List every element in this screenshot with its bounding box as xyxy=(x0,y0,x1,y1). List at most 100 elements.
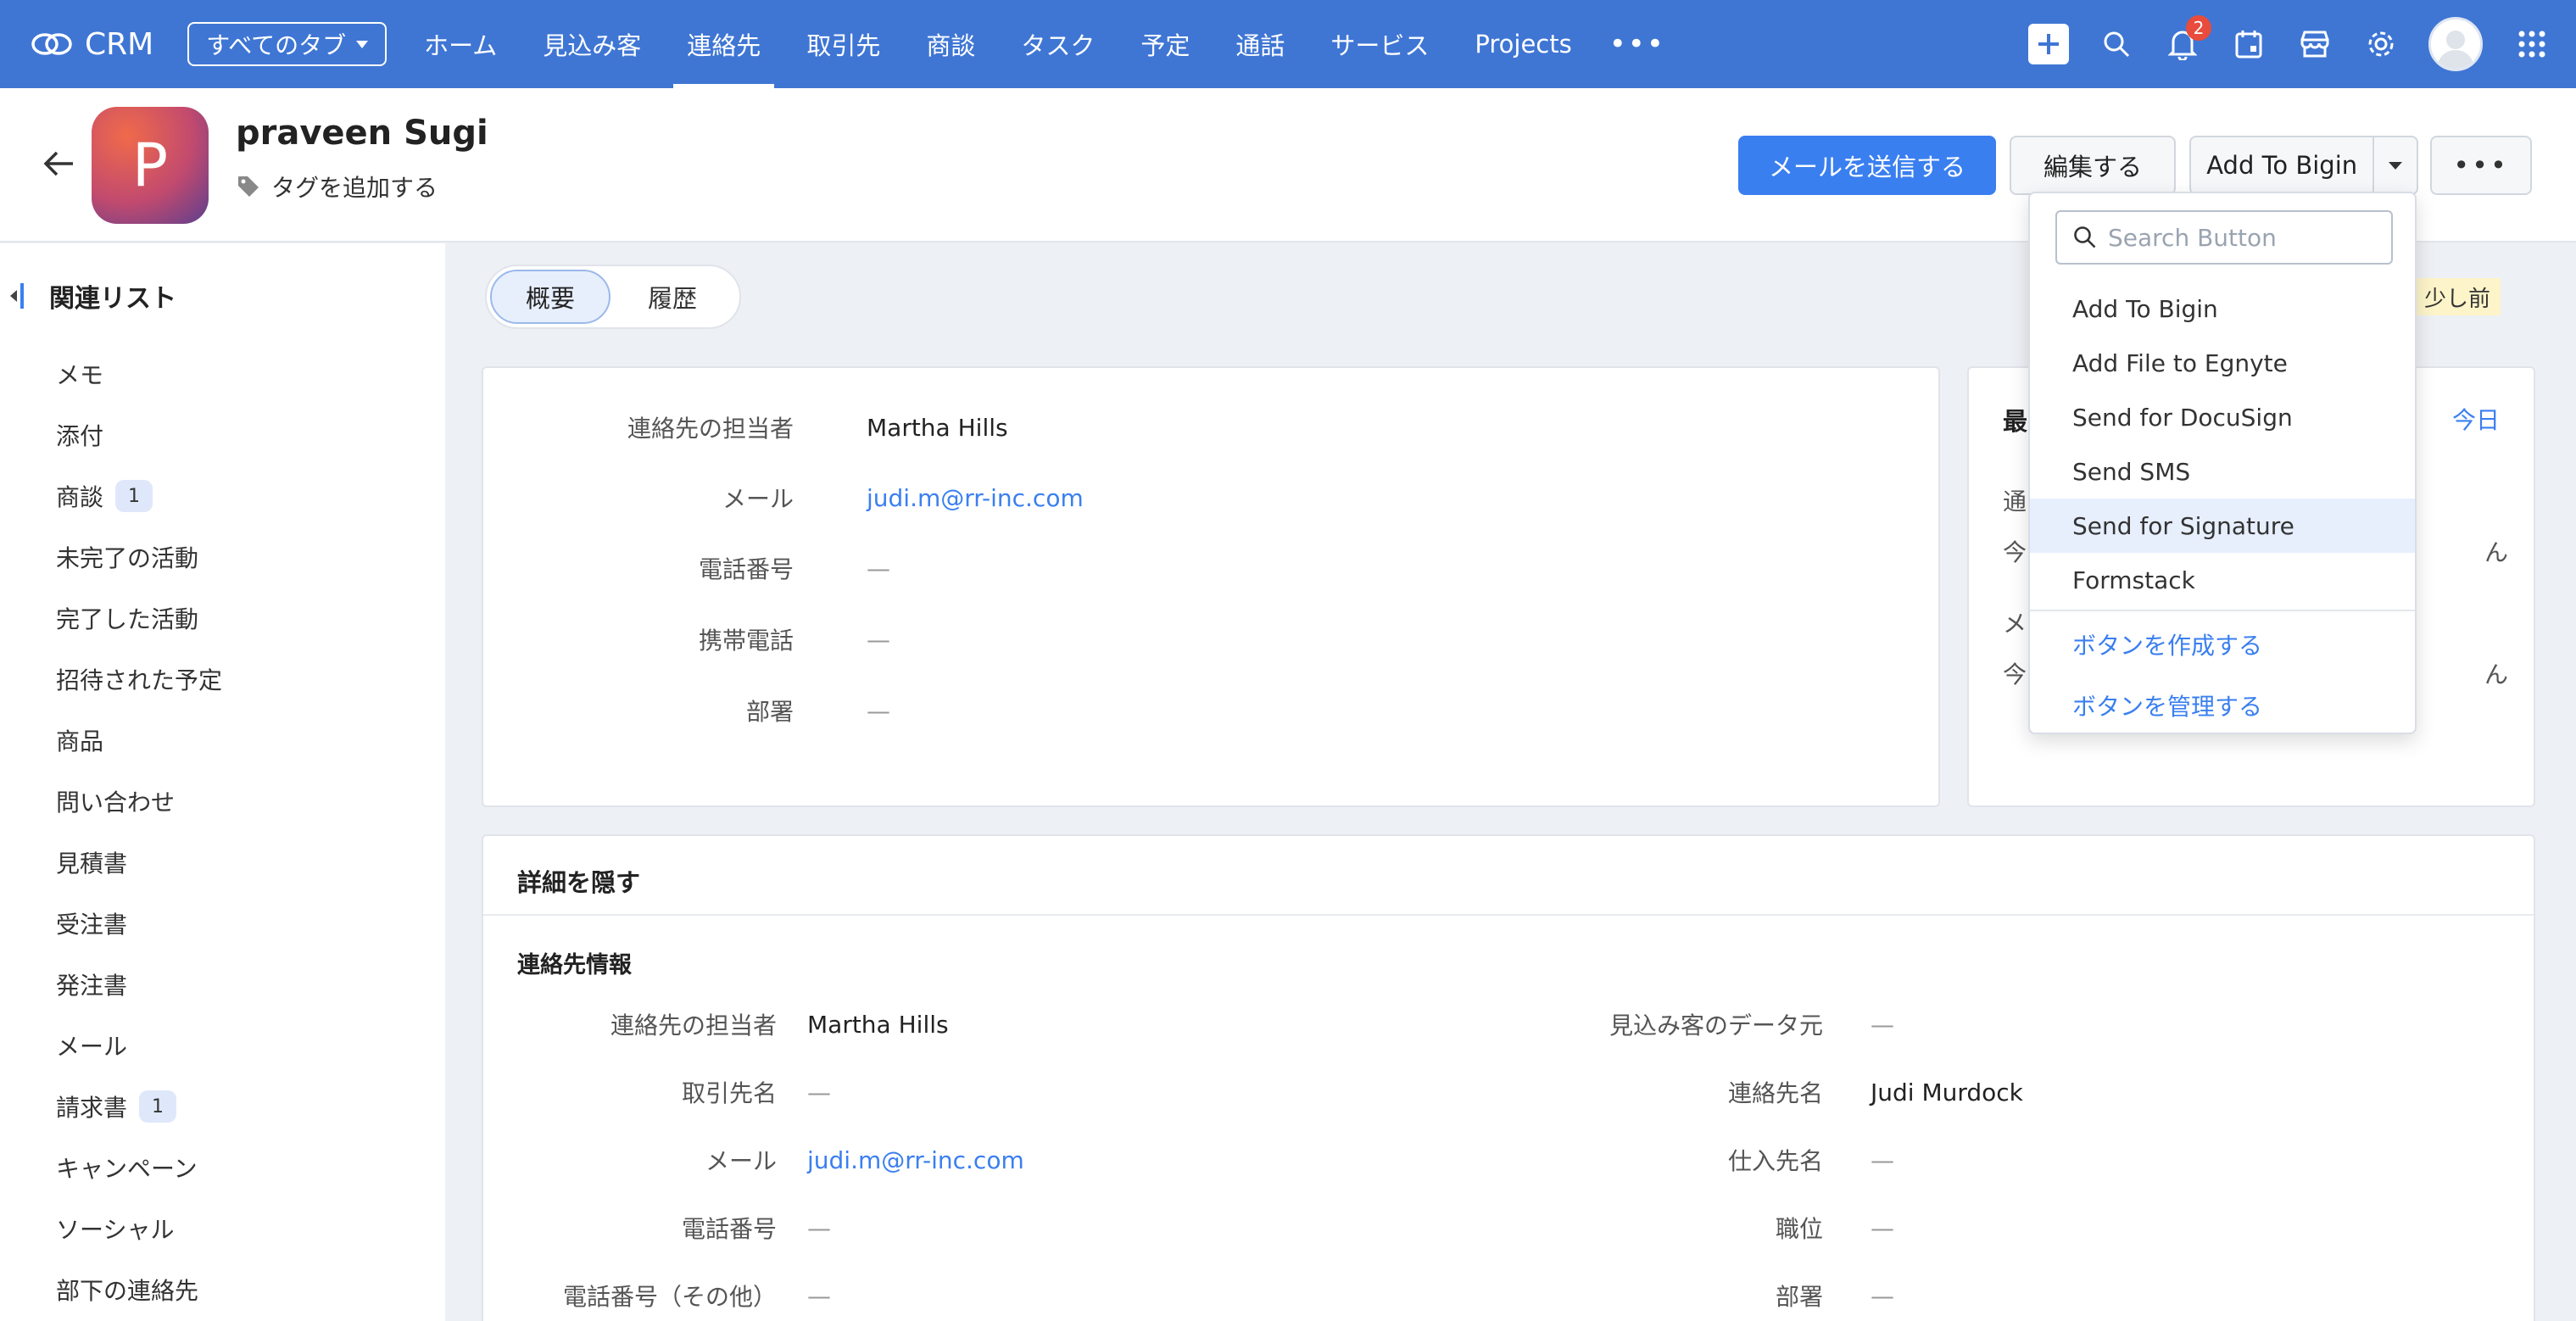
related-item-label: ソーシャル xyxy=(56,1216,175,1244)
crm-logo[interactable]: CRM xyxy=(31,27,153,62)
related-item-deals[interactable]: 商談 1 xyxy=(56,465,222,527)
field-label: 連絡先の担当者 xyxy=(610,1012,777,1040)
apps-menu-button[interactable] xyxy=(2513,25,2551,63)
related-item-invoices[interactable]: 請求書 1 xyxy=(56,1076,222,1137)
module-tabs: ホーム 見込み客 連絡先 取引先 商談 タスク 予定 通話 サービス Proje… xyxy=(410,0,1665,88)
hide-details-toggle[interactable]: 詳細を隠す xyxy=(517,863,640,899)
related-item-label: キャンペーン xyxy=(56,1155,198,1183)
field-value[interactable]: Martha Hills xyxy=(867,414,1008,442)
nav-tab-home[interactable]: ホーム xyxy=(410,0,510,88)
related-item-social[interactable]: ソーシャル xyxy=(56,1198,222,1259)
calendar-button[interactable] xyxy=(2230,25,2267,63)
recent-activity-title: 最 xyxy=(2003,407,2028,436)
field-value[interactable]: — xyxy=(807,1282,831,1310)
add-tag-button[interactable]: タグを追加する xyxy=(236,170,438,203)
related-item-label: 問い合わせ xyxy=(56,789,176,817)
notifications-button[interactable]: 2 xyxy=(2164,15,2211,63)
notification-count-badge: 2 xyxy=(2186,15,2211,41)
add-to-bigin-button[interactable]: Add To Bigin xyxy=(2191,151,2372,180)
tab-history[interactable]: 履歴 xyxy=(611,270,734,324)
more-actions-button[interactable]: ••• xyxy=(2430,136,2532,195)
today-link[interactable]: 今日 xyxy=(2452,402,2500,436)
menu-item-send-for-signature[interactable]: Send for Signature xyxy=(2030,499,2415,553)
related-item-emails[interactable]: メール xyxy=(56,1015,222,1076)
field-value[interactable]: — xyxy=(1871,1214,1894,1242)
create-button-link[interactable]: ボタンを作成する xyxy=(2072,627,2262,661)
related-item-purchase-orders[interactable]: 発注書 xyxy=(56,954,222,1015)
more-tabs-button[interactable]: ••• xyxy=(1609,27,1665,61)
user-icon xyxy=(2437,31,2474,69)
nav-tab-deals[interactable]: 商談 xyxy=(912,0,989,88)
search-button[interactable] xyxy=(2098,25,2135,63)
button-search-input[interactable] xyxy=(2108,223,2379,252)
related-item-label: メール xyxy=(56,1033,128,1061)
menu-item-formstack[interactable]: Formstack xyxy=(2030,553,2415,607)
collapse-sidebar-icon[interactable] xyxy=(10,283,24,309)
menu-item-send-for-docusign[interactable]: Send for DocuSign xyxy=(2030,390,2415,444)
related-item-sales-orders[interactable]: 受注書 xyxy=(56,893,222,954)
nav-tab-projects[interactable]: Projects xyxy=(1461,0,1585,88)
email-link[interactable]: judi.m@rr-inc.com xyxy=(867,484,1084,512)
menu-item-send-sms[interactable]: Send SMS xyxy=(2030,444,2415,499)
related-item-attachments[interactable]: 添付 xyxy=(56,404,222,465)
related-item-cases[interactable]: 問い合わせ xyxy=(56,771,222,832)
field-value[interactable]: — xyxy=(1871,1282,1894,1310)
nav-tab-tasks[interactable]: タスク xyxy=(1007,0,1108,88)
field-value[interactable]: — xyxy=(867,697,890,725)
related-item-invited-meetings[interactable]: 招待された予定 xyxy=(56,649,222,710)
nav-tab-calls[interactable]: 通話 xyxy=(1222,0,1298,88)
activity-line: 通 xyxy=(2003,488,2027,516)
field-label: 部署 xyxy=(745,698,794,726)
email-link[interactable]: judi.m@rr-inc.com xyxy=(807,1146,1024,1174)
related-item-quotes[interactable]: 見積書 xyxy=(56,832,222,893)
field-value[interactable]: — xyxy=(807,1079,831,1106)
view-toggle: 概要 履歴 xyxy=(485,265,741,329)
search-icon xyxy=(2104,31,2130,58)
detail-row-department: 部署 — xyxy=(1179,1279,1894,1313)
summary-row-mobile: 携帯電話 — xyxy=(483,622,890,656)
menu-item-add-file-to-egnyte[interactable]: Add File to Egnyte xyxy=(2030,336,2415,390)
related-item-open-activities[interactable]: 未完了の活動 xyxy=(56,527,222,588)
all-tabs-label: すべてのタブ xyxy=(206,31,347,59)
more-buttons-dropdown-toggle[interactable] xyxy=(2372,137,2417,193)
tab-overview[interactable]: 概要 xyxy=(490,270,611,324)
summary-row-owner: 連絡先の担当者 Martha Hills xyxy=(483,410,1008,444)
detail-row-title: 職位 — xyxy=(1179,1211,1894,1245)
manage-buttons-link[interactable]: ボタンを管理する xyxy=(2072,688,2262,722)
edit-button[interactable]: 編集する xyxy=(2010,136,2176,195)
field-value[interactable]: — xyxy=(1871,1146,1894,1174)
related-list-header[interactable]: 関連リスト xyxy=(10,277,176,315)
nav-tab-services[interactable]: サービス xyxy=(1317,0,1442,88)
detail-row-other-phone: 電話番号（その他） — xyxy=(483,1279,831,1313)
nav-tab-accounts[interactable]: 取引先 xyxy=(793,0,894,88)
nav-tab-meetings[interactable]: 予定 xyxy=(1127,0,1203,88)
field-value[interactable]: — xyxy=(807,1214,831,1242)
marketplace-button[interactable] xyxy=(2296,25,2333,63)
divider xyxy=(483,914,2534,916)
related-item-products[interactable]: 商品 xyxy=(56,710,222,771)
count-badge: 1 xyxy=(139,1090,177,1123)
field-label: 連絡先の担当者 xyxy=(627,415,794,443)
related-item-reporting-contacts[interactable]: 部下の連絡先 xyxy=(56,1259,222,1320)
field-value[interactable]: — xyxy=(867,626,890,654)
menu-item-add-to-bigin[interactable]: Add To Bigin xyxy=(2030,281,2415,336)
field-value[interactable]: — xyxy=(1871,1011,1894,1039)
quick-create-button[interactable] xyxy=(2028,24,2069,64)
activity-line: ん xyxy=(2484,660,2508,688)
field-value[interactable]: Judi Murdock xyxy=(1871,1079,2023,1106)
nav-tab-contacts[interactable]: 連絡先 xyxy=(673,0,775,88)
field-value[interactable]: — xyxy=(867,555,890,582)
back-button[interactable] xyxy=(42,149,76,181)
summary-card: 連絡先の担当者 Martha Hills メール judi.m@rr-inc.c… xyxy=(482,366,1940,807)
related-item-notes[interactable]: メモ xyxy=(56,343,222,404)
arrow-left-icon xyxy=(43,151,73,176)
settings-button[interactable] xyxy=(2362,25,2400,63)
nav-tab-leads[interactable]: 見込み客 xyxy=(529,0,655,88)
related-item-closed-activities[interactable]: 完了した活動 xyxy=(56,588,222,649)
related-item-campaigns[interactable]: キャンペーン xyxy=(56,1137,222,1198)
send-email-button[interactable]: メールを送信する xyxy=(1738,136,1996,195)
field-label: 携帯電話 xyxy=(698,627,794,655)
all-tabs-dropdown[interactable]: すべてのタブ xyxy=(187,22,388,66)
field-value[interactable]: Martha Hills xyxy=(807,1011,949,1039)
user-avatar[interactable] xyxy=(2428,17,2483,71)
